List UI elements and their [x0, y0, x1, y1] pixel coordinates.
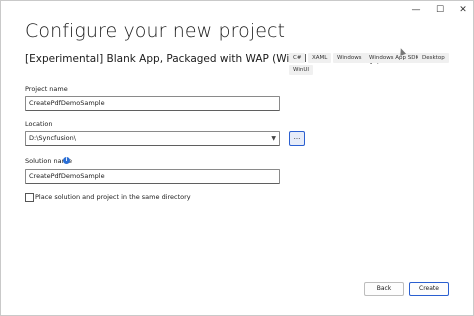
browse-button[interactable]: ... [289, 131, 305, 146]
tag-desktop: Desktop [418, 53, 449, 63]
create-button[interactable]: Create [409, 282, 449, 296]
same-directory-label[interactable]: Place solution and project in the same d… [35, 193, 191, 201]
minimize-icon[interactable]: — [409, 5, 423, 15]
chevron-down-icon: ▼ [271, 135, 276, 142]
dialog-window: — ☐ ✕ Configure your new project [Experi… [0, 0, 474, 316]
location-select[interactable]: D:\Syncfusion\ ▼ [25, 131, 280, 146]
tag-windows-app-sdk: Windows App SDK [365, 53, 424, 63]
location-value: D:\Syncfusion\ [29, 134, 76, 142]
close-icon[interactable]: ✕ [456, 5, 470, 15]
tag-csharp: C# [289, 53, 306, 63]
back-button[interactable]: Back [364, 282, 404, 296]
page-title: Configure your new project [25, 20, 286, 42]
project-name-value: CreatePdfDemoSample [29, 99, 105, 107]
project-name-label: Project name [25, 85, 68, 93]
same-directory-checkbox[interactable] [25, 193, 34, 202]
solution-name-input[interactable]: CreatePdfDemoSample [25, 169, 280, 184]
project-name-input[interactable]: CreatePdfDemoSample [25, 96, 280, 111]
tag-winui: WinUI [289, 65, 313, 75]
tag-xaml: XAML [308, 53, 332, 63]
info-icon[interactable]: i [63, 157, 70, 164]
tag-windows: Windows [333, 53, 366, 63]
maximize-icon[interactable]: ☐ [433, 5, 447, 15]
solution-name-value: CreatePdfDemoSample [29, 172, 105, 180]
location-label: Location [25, 120, 53, 128]
